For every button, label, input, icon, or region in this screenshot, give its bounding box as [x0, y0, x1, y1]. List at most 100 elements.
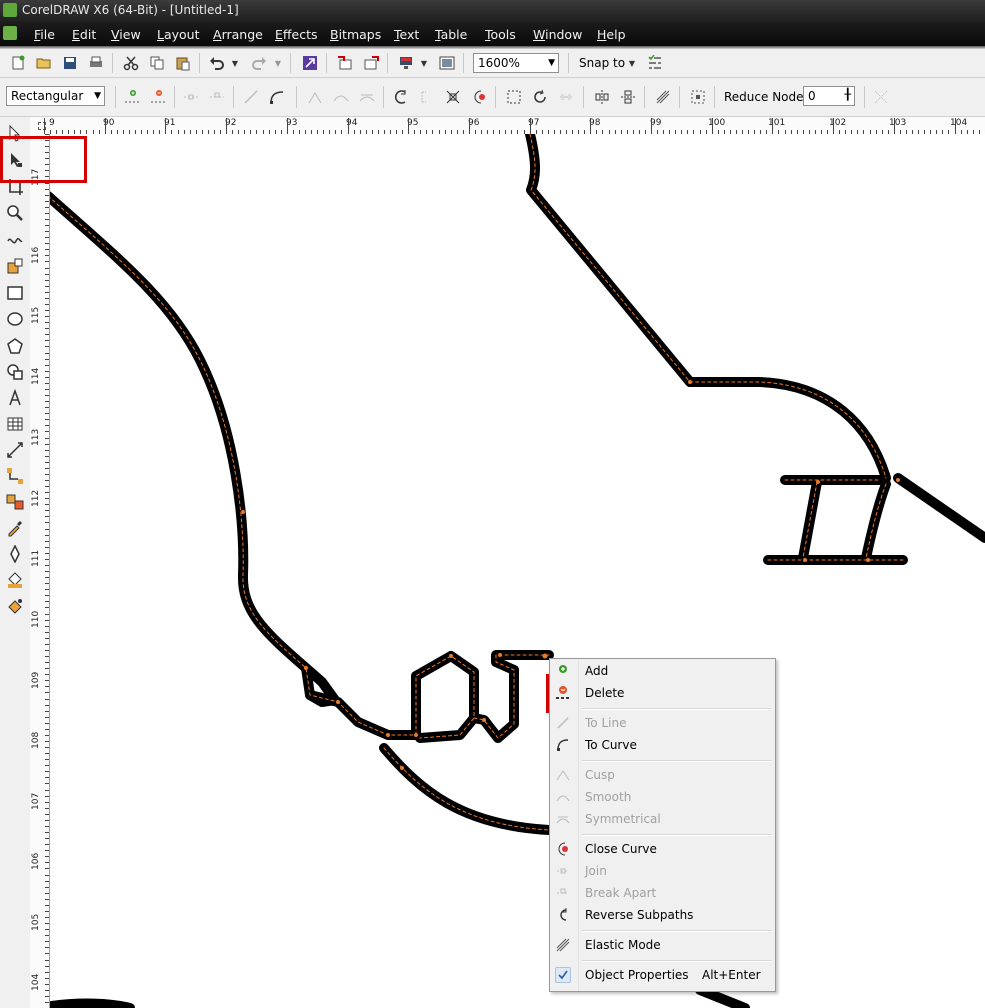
curve-node[interactable]: [482, 718, 486, 722]
curve-path-right[interactable]: [893, 473, 985, 543]
reflect-vertical-icon[interactable]: [618, 87, 638, 107]
menu-table[interactable]: Table: [435, 27, 467, 42]
curve-node[interactable]: [414, 733, 418, 737]
ctx-item-symmetrical[interactable]: Symmetrical: [550, 808, 775, 830]
zoom-dropdown-icon[interactable]: ▼: [548, 54, 555, 72]
ctx-item-add[interactable]: Add: [550, 660, 775, 682]
symmetrical-node-icon[interactable]: [357, 87, 377, 107]
curve-path-left[interactable]: [50, 191, 479, 743]
export-icon[interactable]: [361, 53, 381, 73]
curve-path-bottom-left[interactable]: [50, 998, 135, 1008]
menu-effects[interactable]: Effects: [275, 27, 318, 42]
menu-tools[interactable]: Tools: [485, 27, 516, 42]
redo-icon[interactable]: [249, 53, 269, 73]
ctx-item-join[interactable]: Join: [550, 860, 775, 882]
horizontal-ruler[interactable]: 9 90 91 92 93 94 95 96 97 98 99 100 101 …: [30, 117, 985, 135]
open-folder-icon[interactable]: [34, 53, 54, 73]
redo-dropdown-icon[interactable]: ▼: [272, 53, 284, 73]
welcome-screen-icon[interactable]: [437, 53, 457, 73]
basic-shapes-tool-icon[interactable]: [5, 362, 25, 382]
curve-path-bottom-right[interactable]: [695, 985, 750, 1008]
curve-node[interactable]: [400, 766, 404, 770]
curve-node[interactable]: [336, 700, 340, 704]
paste-icon[interactable]: [173, 53, 193, 73]
curve-node[interactable]: [449, 654, 453, 658]
menu-help[interactable]: Help: [597, 27, 626, 42]
ctx-item-reverse-subpaths[interactable]: Reverse Subpaths: [550, 904, 775, 926]
application-launcher-icon[interactable]: [396, 53, 416, 73]
print-icon[interactable]: [86, 53, 106, 73]
menu-window[interactable]: Window: [533, 27, 582, 42]
curve-node[interactable]: [498, 653, 502, 657]
ellipse-tool-icon[interactable]: [5, 309, 25, 329]
import-icon[interactable]: [335, 53, 355, 73]
interactive-fill-tool-icon[interactable]: [5, 596, 25, 616]
curve-node[interactable]: [688, 380, 692, 384]
menu-edit[interactable]: Edit: [72, 27, 96, 42]
copy-icon[interactable]: [147, 53, 167, 73]
ctx-item-to-curve[interactable]: To Curve: [550, 734, 775, 756]
smooth-node-icon[interactable]: [331, 87, 351, 107]
curve-node[interactable]: [386, 733, 390, 737]
extract-subpath-icon[interactable]: [443, 87, 463, 107]
blend-tool-icon[interactable]: [5, 492, 25, 512]
ctx-item-close-curve[interactable]: Close Curve: [550, 838, 775, 860]
vertical-ruler[interactable]: 117 116 115 114 113 112 111 110 109 108 …: [30, 134, 50, 1008]
document-icon[interactable]: [3, 26, 17, 40]
save-icon[interactable]: [60, 53, 80, 73]
menu-layout[interactable]: Layout: [157, 27, 200, 42]
outline-pen-tool-icon[interactable]: [5, 544, 25, 564]
ctx-item-smooth[interactable]: Smooth: [550, 786, 775, 808]
stretch-scale-nodes-icon[interactable]: [504, 87, 524, 107]
break-curve-icon[interactable]: [207, 87, 227, 107]
cut-icon[interactable]: [121, 53, 141, 73]
ctx-item-cusp[interactable]: Cusp: [550, 764, 775, 786]
search-content-icon[interactable]: [300, 53, 320, 73]
curve-node[interactable]: [896, 478, 900, 482]
reflect-horizontal-icon[interactable]: [592, 87, 612, 107]
selection-mode-dropdown-icon[interactable]: ▼: [94, 87, 101, 105]
zoom-level-combo[interactable]: 1600% ▼: [473, 53, 559, 73]
convert-to-curve-icon[interactable]: [267, 87, 287, 107]
menu-file[interactable]: File: [34, 27, 55, 42]
curve-smoothness-field[interactable]: 0 ╂: [803, 86, 855, 106]
curve-node[interactable]: [803, 558, 807, 562]
text-tool-icon[interactable]: [5, 388, 25, 408]
undo-icon[interactable]: [207, 53, 227, 73]
align-nodes-icon[interactable]: [556, 87, 576, 107]
curve-path-stem-right[interactable]: [861, 479, 891, 563]
connector-tool-icon[interactable]: [5, 466, 25, 486]
launcher-dropdown-icon[interactable]: ▼: [418, 53, 430, 73]
smoothness-slider-icon[interactable]: ╂: [844, 86, 851, 104]
ctx-item-break-apart[interactable]: Break Apart: [550, 882, 775, 904]
curve-node[interactable]: [816, 480, 820, 484]
dimension-tool-icon[interactable]: [5, 440, 25, 460]
snap-to-button[interactable]: Snap to: [579, 56, 625, 70]
menu-arrange[interactable]: Arrange: [213, 27, 263, 42]
select-all-nodes-icon[interactable]: [688, 87, 708, 107]
drawing-canvas[interactable]: [50, 134, 985, 1008]
menu-text[interactable]: Text: [394, 27, 419, 42]
ctx-item-to-line[interactable]: To Line: [550, 712, 775, 734]
selection-mode-combo[interactable]: Rectangular ▼: [6, 86, 105, 106]
ctx-item-elastic-mode[interactable]: Elastic Mode: [550, 934, 775, 956]
zoom-tool-icon[interactable]: [5, 203, 25, 223]
curve-path-top[interactable]: [525, 134, 891, 483]
curve-node[interactable]: [542, 653, 548, 659]
freehand-tool-icon[interactable]: [5, 230, 25, 250]
ctx-item-delete[interactable]: Delete: [550, 682, 775, 704]
curve-path-hook[interactable]: [469, 650, 554, 743]
menu-bitmaps[interactable]: Bitmaps: [330, 27, 381, 42]
curve-node[interactable]: [304, 666, 308, 670]
cusp-node-icon[interactable]: [305, 87, 325, 107]
add-node-icon[interactable]: [122, 87, 142, 107]
new-document-icon[interactable]: [8, 53, 28, 73]
eyedropper-tool-icon[interactable]: [5, 518, 25, 538]
elastic-mode-icon[interactable]: [653, 87, 673, 107]
table-tool-icon[interactable]: [5, 414, 25, 434]
ctx-item-object-properties[interactable]: Object Properties Alt+Enter: [550, 964, 775, 986]
extend-curve-to-close-icon[interactable]: [417, 87, 437, 107]
rotate-skew-nodes-icon[interactable]: [530, 87, 550, 107]
close-curve-icon[interactable]: [469, 87, 489, 107]
curve-path-lower[interactable]: [379, 743, 554, 835]
